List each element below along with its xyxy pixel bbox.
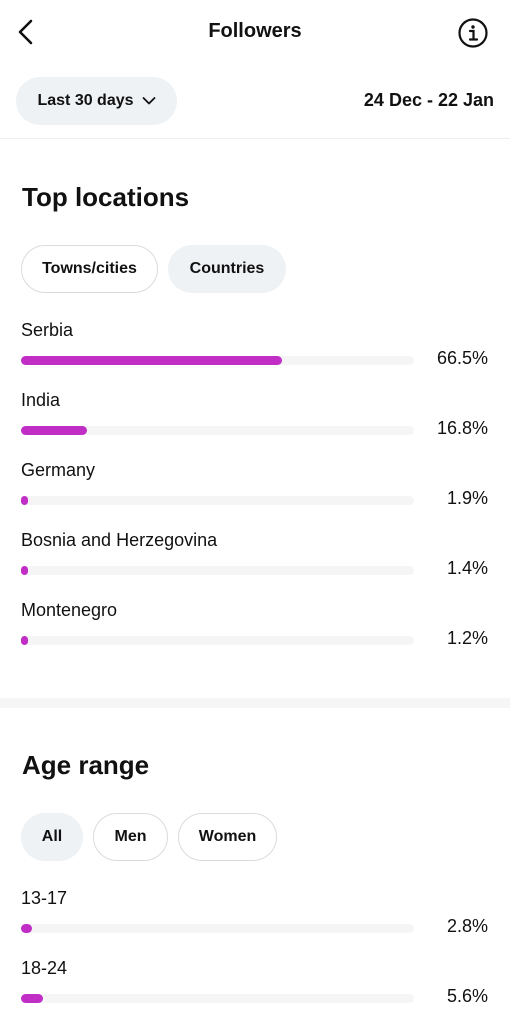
info-button[interactable] [456,16,490,50]
location-bar-track [21,356,414,365]
age-percent: 5.6% [446,986,488,1006]
tab-towns-cities[interactable]: Towns/cities [21,245,158,293]
location-percent: 1.9% [446,488,488,508]
age-label: 13-17 [21,888,68,908]
date-range-text: 24 Dec - 22 Jan [363,90,494,110]
location-label: Bosnia and Herzegovina [21,530,218,550]
tab-all[interactable]: All [21,813,83,861]
age-label: 18-24 [21,958,68,978]
tab-women[interactable]: Women [178,813,277,861]
location-label: India [21,390,61,410]
location-row: Germany 1.9% [0,460,510,528]
location-label: Serbia [21,320,74,340]
location-bar-track [21,636,414,645]
location-percent: 16.8% [436,418,488,438]
location-row: Serbia 66.5% [0,320,510,388]
location-bar-track [21,496,414,505]
location-label: Montenegro [21,600,118,620]
age-percent: 2.8% [446,916,488,936]
top-locations-title: Top locations [22,182,190,212]
location-bar-fill [21,566,28,575]
tab-countries[interactable]: Countries [168,245,286,293]
chevron-down-icon [142,97,155,105]
age-bar-fill [21,994,43,1003]
location-bar-fill [21,636,28,645]
location-bar-track [21,426,414,435]
top-bar: Followers [0,0,510,64]
location-percent: 66.5% [436,348,488,368]
location-bar-fill [21,496,29,505]
tab-men[interactable]: Men [93,813,168,861]
location-bar-fill [21,426,88,435]
age-row: 13-17 2.8% [0,888,510,956]
age-row: 18-24 5.6% [0,958,510,1026]
location-percent: 1.4% [446,558,488,578]
date-range-dropdown[interactable]: Last 30 days [16,77,177,125]
filter-row: Last 30 days 24 Dec - 22 Jan [0,64,510,139]
date-range-dropdown-label: Last 30 days [37,92,134,109]
location-row: Bosnia and Herzegovina 1.4% [0,530,510,598]
page-title: Followers [208,20,302,42]
location-row: India 16.8% [0,390,510,458]
age-bar-track [21,994,414,1003]
location-bar-fill [21,356,283,365]
location-bar-track [21,566,414,575]
location-row: Montenegro 1.2% [0,600,510,668]
info-icon [458,18,488,48]
section-divider [0,698,510,708]
location-label: Germany [21,460,96,480]
age-range-title: Age range [22,750,150,780]
age-bar-fill [21,924,32,933]
age-bar-track [21,924,414,933]
location-percent: 1.2% [446,628,488,648]
